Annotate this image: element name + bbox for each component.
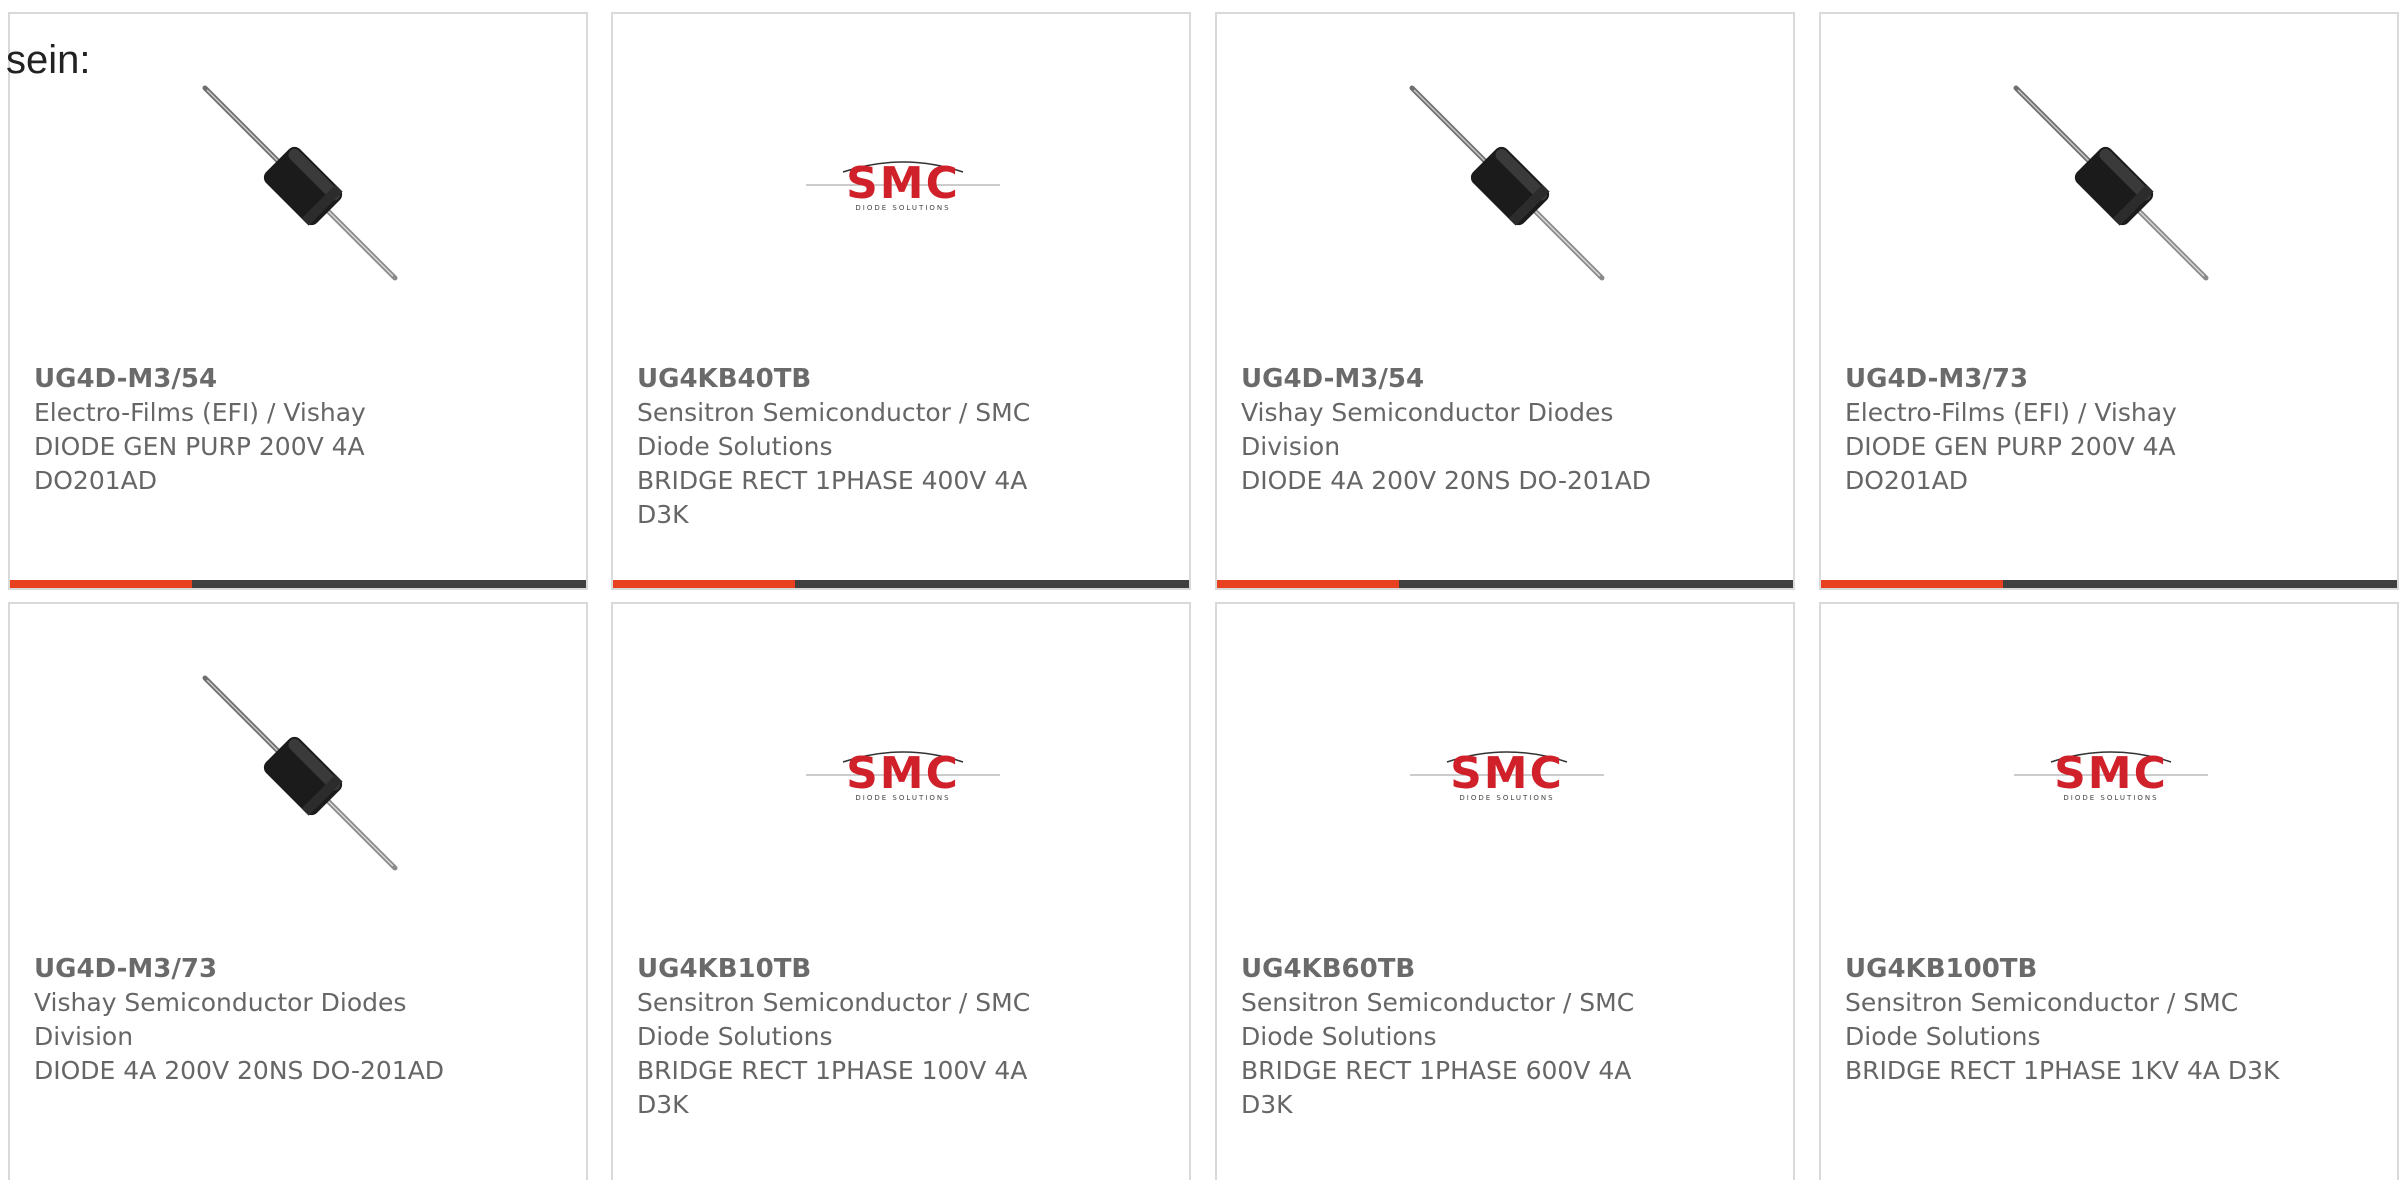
- card-bottom-bar: [1217, 580, 1793, 588]
- part-number-link[interactable]: UG4D-M3/73: [1845, 362, 2285, 396]
- svg-text:DIODE SOLUTIONS: DIODE SOLUTIONS: [855, 204, 950, 212]
- product-image[interactable]: SMC DIODE SOLUTIONS: [1402, 670, 1612, 880]
- product-card[interactable]: SMC DIODE SOLUTIONS UG4KB100TB Sensitron…: [1819, 602, 2399, 1180]
- manufacturer: Sensitron Semiconductor / SMC Diode Solu…: [637, 988, 1031, 1051]
- svg-text:SMC: SMC: [846, 158, 960, 209]
- part-number-link[interactable]: UG4KB60TB: [1241, 952, 1681, 986]
- axial-diode-icon: [1409, 85, 1605, 281]
- product-image[interactable]: [195, 670, 405, 880]
- axial-diode-icon: [202, 675, 398, 871]
- manufacturer: Sensitron Semiconductor / SMC Diode Solu…: [637, 398, 1031, 461]
- product-image[interactable]: [1402, 80, 1612, 290]
- card-accent-bar: [1217, 580, 1399, 588]
- product-card[interactable]: UG4D-M3/54 Vishay Semiconductor Diodes D…: [1215, 12, 1795, 590]
- manufacturer: Electro-Films (EFI) / Vishay: [34, 398, 366, 427]
- svg-text:SMC: SMC: [2054, 748, 2168, 799]
- product-card[interactable]: SMC DIODE SOLUTIONS UG4KB10TB Sensitron …: [611, 602, 1191, 1180]
- svg-text:DIODE SOLUTIONS: DIODE SOLUTIONS: [855, 794, 950, 802]
- product-info: UG4KB100TB Sensitron Semiconductor / SMC…: [1845, 952, 2285, 1088]
- product-info: UG4D-M3/54 Electro-Films (EFI) / Vishay …: [34, 362, 474, 498]
- smc-logo-icon: SMC DIODE SOLUTIONS: [2014, 748, 2208, 802]
- smc-logo-icon: SMC DIODE SOLUTIONS: [1410, 748, 1604, 802]
- product-info: UG4D-M3/73 Vishay Semiconductor Diodes D…: [34, 952, 474, 1088]
- product-grid: UG4D-M3/54 Electro-Films (EFI) / Vishay …: [0, 0, 2400, 1180]
- part-number-link[interactable]: UG4KB40TB: [637, 362, 1077, 396]
- product-card[interactable]: UG4D-M3/54 Electro-Films (EFI) / Vishay …: [8, 12, 588, 590]
- part-number-link[interactable]: UG4D-M3/54: [34, 362, 474, 396]
- product-info: UG4D-M3/73 Electro-Films (EFI) / Vishay …: [1845, 362, 2285, 498]
- product-info: UG4KB60TB Sensitron Semiconductor / SMC …: [1241, 952, 1681, 1122]
- product-image[interactable]: SMC DIODE SOLUTIONS: [798, 670, 1008, 880]
- intro-text: sein:: [6, 38, 91, 82]
- product-card[interactable]: UG4D-M3/73 Electro-Films (EFI) / Vishay …: [1819, 12, 2399, 590]
- card-bottom-bar: [10, 580, 586, 588]
- description: DIODE GEN PURP 200V 4A DO201AD: [34, 432, 365, 495]
- manufacturer: Electro-Films (EFI) / Vishay: [1845, 398, 2177, 427]
- description: DIODE 4A 200V 20NS DO-201AD: [34, 1056, 445, 1085]
- svg-text:DIODE SOLUTIONS: DIODE SOLUTIONS: [1459, 794, 1554, 802]
- description: BRIDGE RECT 1PHASE 600V 4A D3K: [1241, 1056, 1632, 1119]
- svg-text:DIODE SOLUTIONS: DIODE SOLUTIONS: [2063, 794, 2158, 802]
- product-info: UG4D-M3/54 Vishay Semiconductor Diodes D…: [1241, 362, 1681, 498]
- product-info: UG4KB40TB Sensitron Semiconductor / SMC …: [637, 362, 1077, 532]
- product-image[interactable]: SMC DIODE SOLUTIONS: [798, 80, 1008, 290]
- manufacturer: Sensitron Semiconductor / SMC Diode Solu…: [1241, 988, 1635, 1051]
- part-number-link[interactable]: UG4KB10TB: [637, 952, 1077, 986]
- card-bottom-bar: [1821, 580, 2397, 588]
- product-info: UG4KB10TB Sensitron Semiconductor / SMC …: [637, 952, 1077, 1122]
- product-image[interactable]: SMC DIODE SOLUTIONS: [2006, 670, 2216, 880]
- manufacturer: Vishay Semiconductor Diodes Division: [34, 988, 407, 1051]
- part-number-link[interactable]: UG4D-M3/54: [1241, 362, 1681, 396]
- product-card[interactable]: SMC DIODE SOLUTIONS UG4KB40TB Sensitron …: [611, 12, 1191, 590]
- product-image[interactable]: [2006, 80, 2216, 290]
- svg-text:SMC: SMC: [1450, 748, 1564, 799]
- product-image[interactable]: [195, 80, 405, 290]
- smc-logo-icon: SMC DIODE SOLUTIONS: [806, 158, 1000, 212]
- card-bottom-bar: [613, 580, 1189, 588]
- card-accent-bar: [10, 580, 192, 588]
- description: BRIDGE RECT 1PHASE 100V 4A D3K: [637, 1056, 1028, 1119]
- card-accent-bar: [1821, 580, 2003, 588]
- svg-text:SMC: SMC: [846, 748, 960, 799]
- description: DIODE 4A 200V 20NS DO-201AD: [1241, 466, 1652, 495]
- description: BRIDGE RECT 1PHASE 400V 4A D3K: [637, 466, 1028, 529]
- manufacturer: Sensitron Semiconductor / SMC Diode Solu…: [1845, 988, 2239, 1051]
- axial-diode-icon: [2013, 85, 2209, 281]
- product-card[interactable]: UG4D-M3/73 Vishay Semiconductor Diodes D…: [8, 602, 588, 1180]
- manufacturer: Vishay Semiconductor Diodes Division: [1241, 398, 1614, 461]
- smc-logo-icon: SMC DIODE SOLUTIONS: [806, 748, 1000, 802]
- description: BRIDGE RECT 1PHASE 1KV 4A D3K: [1845, 1056, 2280, 1085]
- product-card[interactable]: SMC DIODE SOLUTIONS UG4KB60TB Sensitron …: [1215, 602, 1795, 1180]
- card-accent-bar: [613, 580, 795, 588]
- axial-diode-icon: [202, 85, 398, 281]
- description: DIODE GEN PURP 200V 4A DO201AD: [1845, 432, 2176, 495]
- part-number-link[interactable]: UG4D-M3/73: [34, 952, 474, 986]
- part-number-link[interactable]: UG4KB100TB: [1845, 952, 2285, 986]
